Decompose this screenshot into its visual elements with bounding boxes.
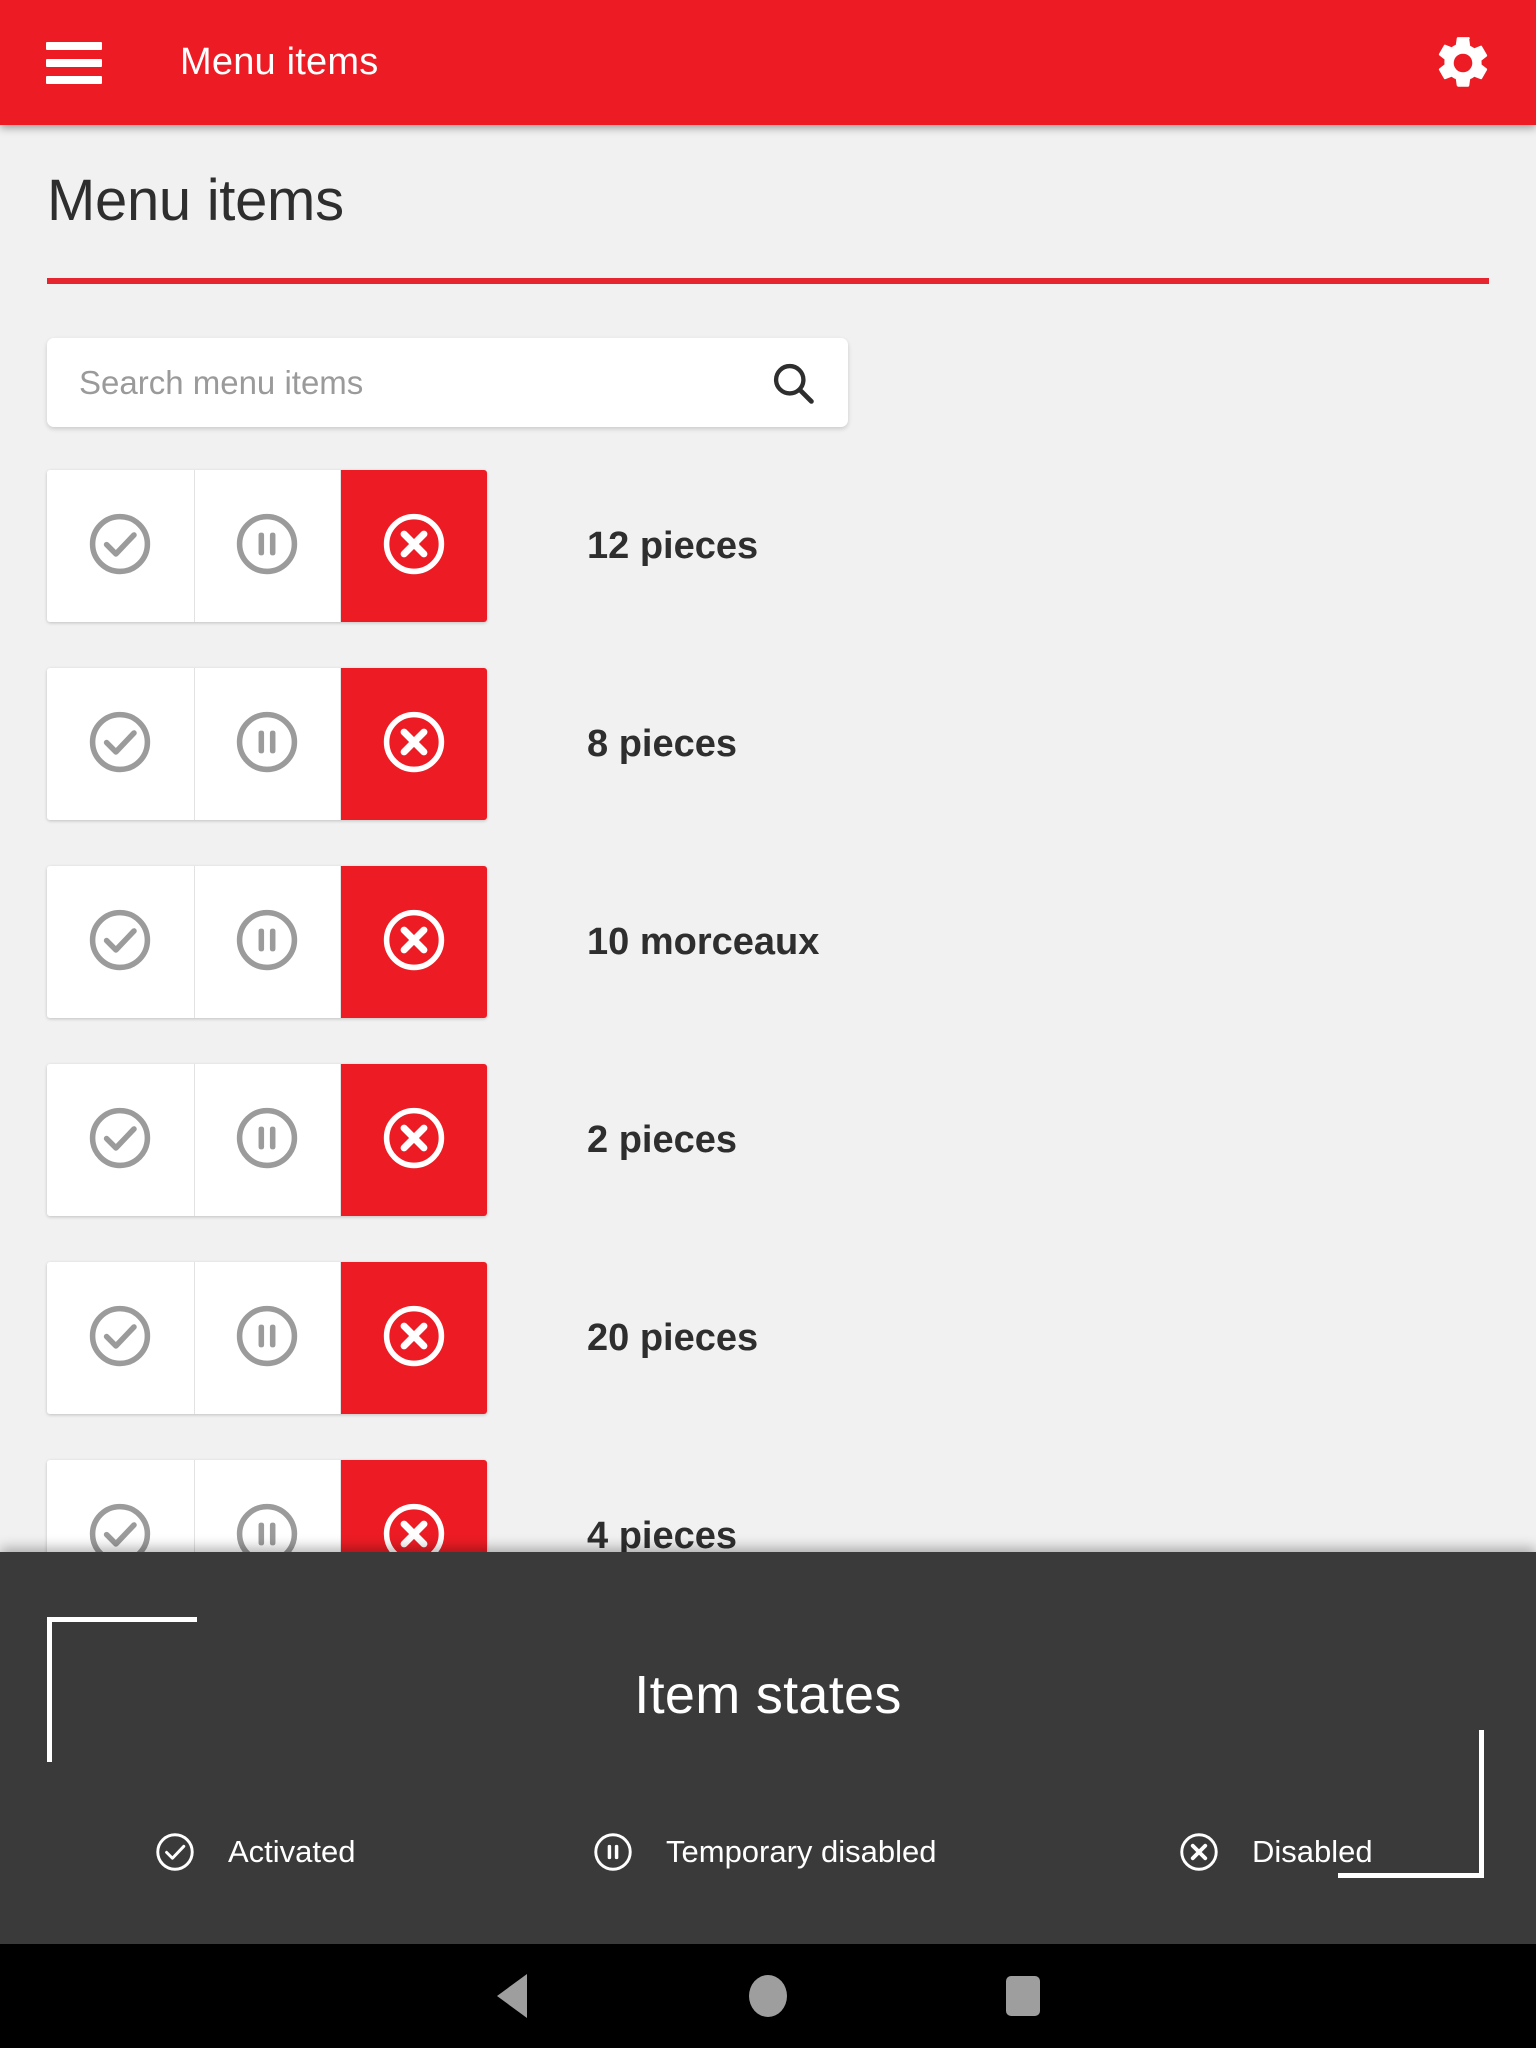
state-button-temporary-disabled[interactable] bbox=[193, 470, 341, 622]
menu-item-label: 4 pieces bbox=[587, 1514, 737, 1553]
hamburger-bar bbox=[46, 75, 102, 84]
app-screen: Menu items Menu items 12 pieces8 pieces1… bbox=[0, 0, 1536, 2048]
state-button-group bbox=[47, 1262, 487, 1414]
state-button-disabled[interactable] bbox=[340, 1064, 487, 1216]
menu-item-row: 8 pieces bbox=[47, 668, 1536, 820]
state-button-temporary-disabled[interactable] bbox=[193, 668, 341, 820]
x-circle-icon bbox=[379, 1301, 449, 1376]
hamburger-bar bbox=[46, 41, 102, 50]
app-bar-title: Menu items bbox=[180, 41, 379, 83]
check-circle-icon bbox=[85, 1301, 155, 1376]
state-button-group bbox=[47, 866, 487, 1018]
home-circle-shape bbox=[749, 1975, 787, 2017]
legend-item-label: Activated bbox=[228, 1834, 356, 1869]
check-circle-icon bbox=[85, 1499, 155, 1552]
recents-square-shape bbox=[1006, 1976, 1040, 2016]
state-button-group bbox=[47, 1064, 487, 1216]
x-circle-icon bbox=[379, 509, 449, 584]
state-button-activated[interactable] bbox=[47, 1262, 194, 1414]
menu-item-label: 2 pieces bbox=[587, 1118, 737, 1161]
x-circle-icon bbox=[379, 1103, 449, 1178]
state-button-temporary-disabled[interactable] bbox=[193, 1460, 341, 1552]
menu-item-label: 20 pieces bbox=[587, 1316, 759, 1359]
title-underline-rule bbox=[47, 278, 1489, 284]
legend-item: Temporary disabled bbox=[590, 1829, 937, 1875]
search-bar[interactable] bbox=[47, 338, 848, 427]
check-circle-icon bbox=[152, 1829, 198, 1875]
search-icon[interactable] bbox=[765, 355, 821, 411]
menu-item-list: 12 pieces 8 pieces 10 morceaux 2 pieces 20 p… bbox=[0, 470, 1536, 1552]
state-button-activated[interactable] bbox=[47, 470, 194, 622]
menu-item-row: 2 pieces bbox=[47, 1064, 1536, 1216]
check-circle-icon bbox=[85, 1103, 155, 1178]
check-circle-icon bbox=[85, 707, 155, 782]
pause-circle-icon bbox=[232, 1499, 302, 1552]
item-states-legend: Activated Temporary disabled Disabled bbox=[0, 1817, 1536, 1887]
legend-item: Disabled bbox=[1176, 1829, 1373, 1875]
item-states-panel: Item states Activated Temporary disabled D… bbox=[0, 1552, 1536, 1944]
x-circle-icon bbox=[379, 905, 449, 980]
pause-circle-icon bbox=[232, 1301, 302, 1376]
legend-item-label: Disabled bbox=[1252, 1834, 1373, 1869]
state-button-temporary-disabled[interactable] bbox=[193, 866, 341, 1018]
x-circle-icon bbox=[379, 707, 449, 782]
legend-item-label: Temporary disabled bbox=[666, 1834, 937, 1869]
menu-item-row: 20 pieces bbox=[47, 1262, 1536, 1414]
menu-item-label: 8 pieces bbox=[587, 722, 737, 765]
pause-circle-icon bbox=[232, 905, 302, 980]
state-button-temporary-disabled[interactable] bbox=[193, 1064, 341, 1216]
item-states-title: Item states bbox=[634, 1665, 902, 1725]
pause-circle-icon bbox=[590, 1829, 636, 1875]
app-bar: Menu items bbox=[0, 0, 1536, 125]
state-button-disabled[interactable] bbox=[340, 1460, 487, 1552]
state-button-disabled[interactable] bbox=[340, 1262, 487, 1414]
android-navigation-bar bbox=[0, 1944, 1536, 2048]
state-button-activated[interactable] bbox=[47, 1460, 194, 1552]
main-content: Menu items 12 pieces 8 pieces 10 morceaux 2… bbox=[0, 125, 1536, 1552]
menu-item-row: 4 pieces bbox=[47, 1460, 1536, 1552]
check-circle-icon bbox=[85, 509, 155, 584]
legend-item: Activated bbox=[152, 1829, 356, 1875]
pause-circle-icon bbox=[232, 509, 302, 584]
home-circle-icon[interactable] bbox=[733, 1961, 803, 2031]
state-button-disabled[interactable] bbox=[340, 470, 487, 622]
menu-item-label: 10 morceaux bbox=[587, 920, 820, 963]
state-button-temporary-disabled[interactable] bbox=[193, 1262, 341, 1414]
menu-item-row: 10 morceaux bbox=[47, 866, 1536, 1018]
x-circle-icon bbox=[379, 1499, 449, 1552]
back-triangle-shape bbox=[497, 1974, 527, 2018]
hamburger-bar bbox=[46, 58, 102, 67]
state-button-disabled[interactable] bbox=[340, 668, 487, 820]
state-button-activated[interactable] bbox=[47, 866, 194, 1018]
back-triangle-icon[interactable] bbox=[477, 1961, 547, 2031]
search-input[interactable] bbox=[79, 352, 719, 413]
state-button-group bbox=[47, 1460, 487, 1552]
check-circle-icon bbox=[85, 905, 155, 980]
state-button-disabled[interactable] bbox=[340, 866, 487, 1018]
state-button-group bbox=[47, 668, 487, 820]
state-button-activated[interactable] bbox=[47, 668, 194, 820]
recents-square-icon[interactable] bbox=[988, 1961, 1058, 2031]
pause-circle-icon bbox=[232, 1103, 302, 1178]
page-title: Menu items bbox=[47, 168, 344, 233]
pause-circle-icon bbox=[232, 707, 302, 782]
x-circle-icon bbox=[1176, 1829, 1222, 1875]
gear-icon[interactable] bbox=[1432, 32, 1494, 94]
menu-item-label: 12 pieces bbox=[587, 524, 759, 567]
menu-item-row: 12 pieces bbox=[47, 470, 1536, 622]
state-button-activated[interactable] bbox=[47, 1064, 194, 1216]
state-button-group bbox=[47, 470, 487, 622]
hamburger-menu-icon[interactable] bbox=[46, 41, 102, 84]
